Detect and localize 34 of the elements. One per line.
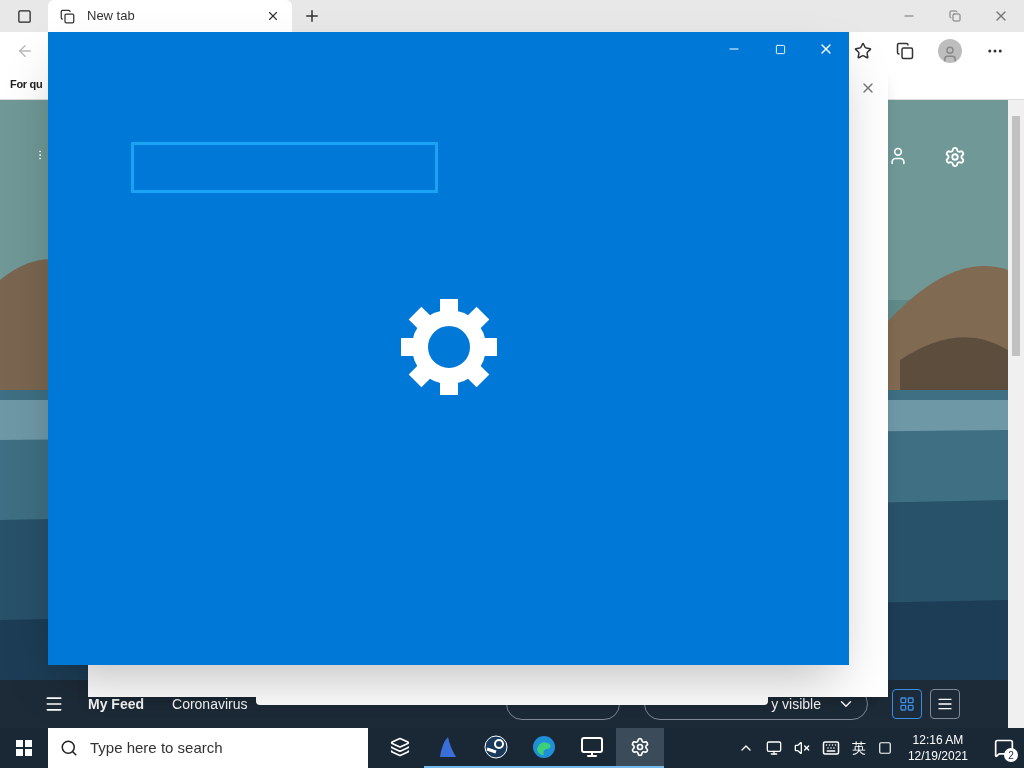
search-icon [60,739,78,757]
network-icon[interactable] [765,740,782,756]
input-language[interactable]: 英 [851,737,866,759]
menu-icon[interactable] [44,694,64,714]
notifications-icon[interactable] [994,738,1014,758]
taskbar-app[interactable] [616,728,664,768]
muted-speaker-icon[interactable] [793,740,810,756]
keyboard-icon[interactable] [821,739,840,757]
clock[interactable]: 12:16 AM 12/19/2021 [903,732,972,764]
notification-badge: 2 [1004,748,1018,762]
start-icon[interactable] [16,740,32,756]
close-tab-icon[interactable] [266,9,280,23]
disc-icon [484,735,508,759]
grid-view-button[interactable] [892,689,922,719]
feed-link[interactable]: Coronavirus [172,693,248,715]
scrollbar[interactable] [1008,100,1024,728]
monitor-icon [580,735,604,759]
list-icon [937,696,953,712]
grid-icon [899,696,915,712]
favorites-icon[interactable] [854,42,872,60]
new-tab-icon[interactable] [303,7,321,25]
list-view-button[interactable] [930,689,960,719]
search-box[interactable]: Type here to search [48,728,368,768]
swirl-icon [532,735,556,759]
tab-page-icon [60,8,75,24]
feed-link[interactable]: My Feed [88,693,144,715]
maximize-icon[interactable] [774,43,786,55]
settings-icon [630,737,650,757]
profile-avatar[interactable] [938,39,962,63]
page-settings-icon[interactable] [944,146,966,168]
tab-title: New tab [87,7,136,26]
favorite-link[interactable]: For qu [10,76,43,93]
browser-tab[interactable]: New tab [48,0,292,32]
search-input[interactable]: Type here to search [90,736,356,760]
